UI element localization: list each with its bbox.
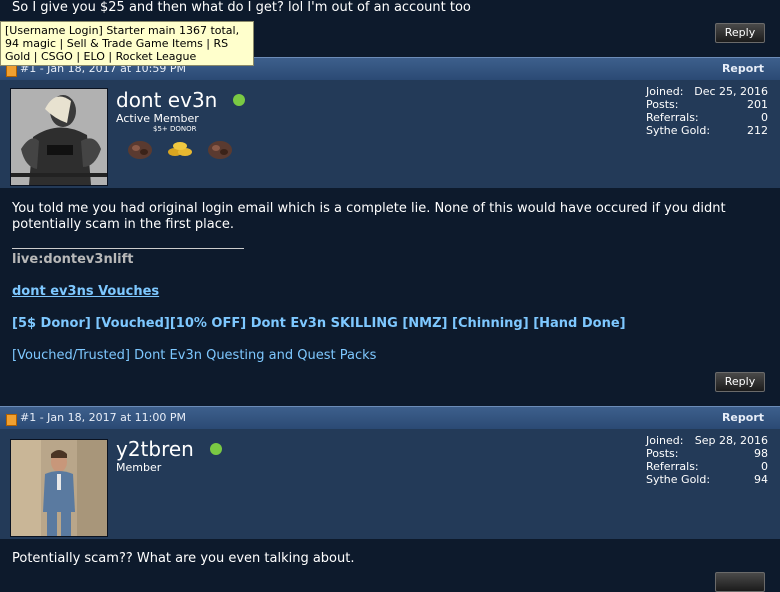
signature-divider [12, 248, 244, 249]
stat-value: Dec 25, 2016 [694, 85, 768, 98]
signature-thread-link[interactable]: [Vouched/Trusted] Dont Ev3n Questing and… [12, 348, 376, 363]
reply-button[interactable]: Reply [715, 23, 765, 43]
user-stats: Joined: Dec 25, 2016 Posts: 201 Referrals:… [646, 85, 768, 137]
user-info-panel: y2tbren Member Joined: Sep 28, 2016 Posts… [0, 429, 780, 539]
avatar[interactable] [10, 88, 108, 186]
stat-value: 212 [747, 124, 768, 137]
online-status-icon [233, 94, 245, 106]
stat-value: 201 [747, 98, 768, 111]
user-stats: Joined: Sep 28, 2016 Posts: 98 Referrals: 0… [646, 434, 768, 486]
stat-value: 0 [761, 111, 768, 124]
online-status-icon [210, 443, 222, 455]
post-permalink[interactable]: #1 - Jan 18, 2017 at 11:00 PM [20, 411, 186, 424]
stat-value: Sep 28, 2016 [694, 434, 768, 447]
stat-value: 98 [754, 447, 768, 460]
stat-label: Referrals: [646, 111, 699, 124]
username[interactable]: y2tbren [116, 437, 194, 461]
stat-label: Posts: [646, 447, 679, 460]
stat-value: 94 [754, 473, 768, 486]
post-message: You told me you had original login email… [12, 201, 726, 232]
donor-label: $5+ DONOR [153, 125, 197, 133]
signature-live-id: live:dontev3nlift [12, 252, 134, 267]
stat-label: Joined: [646, 85, 684, 98]
vouches-link[interactable]: dont ev3ns Vouches [12, 284, 159, 299]
stat-label: Posts: [646, 98, 679, 111]
avatar[interactable] [10, 439, 108, 537]
user-title: Member [116, 461, 162, 474]
stat-value: 0 [761, 460, 768, 473]
user-info-panel: dont ev3n Active Member $5+ DONOR Joined… [0, 80, 780, 188]
signature-thread-link[interactable]: [5$ Donor] [Vouched][10% OFF] Dont Ev3n … [12, 316, 626, 331]
report-link[interactable]: Report [722, 411, 764, 424]
report-link[interactable]: Report [722, 62, 764, 75]
gold-coins-icon [166, 138, 194, 164]
rune-rock-icon [206, 138, 234, 164]
post-message: Potentially scam?? What are you even tal… [12, 551, 355, 566]
post-icon [6, 414, 17, 426]
post-icon [6, 65, 17, 77]
rune-rock-icon [126, 138, 154, 164]
stat-label: Joined: [646, 434, 684, 447]
stat-label: Sythe Gold: [646, 124, 711, 137]
reply-button-partial[interactable] [715, 572, 765, 592]
tooltip: [Username Login] Starter main 1367 total… [0, 21, 254, 66]
stat-label: Referrals: [646, 460, 699, 473]
stat-label: Sythe Gold: [646, 473, 711, 486]
reply-button[interactable]: Reply [715, 372, 765, 392]
previous-post-text: So I give you $25 and then what do I get… [12, 0, 471, 15]
post-header: #1 - Jan 18, 2017 at 11:00 PM Report [0, 406, 780, 429]
user-title: Active Member [116, 112, 199, 125]
username[interactable]: dont ev3n [116, 88, 217, 112]
